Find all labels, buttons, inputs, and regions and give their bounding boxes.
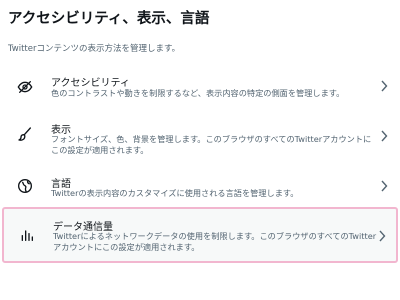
settings-item-languages[interactable]: 言語 Twitterの表示内容のカスタマイズに使用される言語を管理します。 xyxy=(0,170,400,206)
globe-icon xyxy=(17,178,33,194)
accessibility-icon xyxy=(17,79,33,95)
chevron-right-icon xyxy=(378,230,386,242)
settings-item-data-usage[interactable]: データ通信量 Twitterによるネットワークデータの使用を制限します。このブラ… xyxy=(2,207,398,263)
settings-item-description: フォントサイズ、色、背景を管理します。このブラウザのすべてのTwitterアカウ… xyxy=(51,134,372,155)
brush-icon xyxy=(17,126,33,142)
settings-page: アクセシビリティ、表示、言語 Twitterコンテンツの表示方法を管理します。 … xyxy=(0,0,400,300)
chevron-right-icon xyxy=(380,130,388,142)
settings-item-description: Twitterによるネットワークデータの使用を制限します。このブラウザのすべての… xyxy=(53,231,377,252)
chevron-right-icon xyxy=(380,180,388,192)
page-subtitle: Twitterコンテンツの表示方法を管理します。 xyxy=(8,44,181,54)
settings-item-display[interactable]: 表示 フォントサイズ、色、背景を管理します。このブラウザのすべてのTwitter… xyxy=(0,114,400,170)
bar-chart-icon xyxy=(19,227,35,243)
settings-item-accessibility[interactable]: アクセシビリティ 色のコントラストや動きを制限するなど、表示内容の特定の側面を管… xyxy=(0,64,400,114)
settings-item-description: Twitterの表示内容のカスタマイズに使用される言語を管理します。 xyxy=(51,188,299,198)
chevron-right-icon xyxy=(380,80,388,92)
page-title: アクセシビリティ、表示、言語 xyxy=(8,11,210,27)
settings-item-description: 色のコントラストや動きを制限するなど、表示内容の特定の側面を管理します。 xyxy=(51,88,345,98)
settings-item-title: アクセシビリティ xyxy=(51,78,130,89)
